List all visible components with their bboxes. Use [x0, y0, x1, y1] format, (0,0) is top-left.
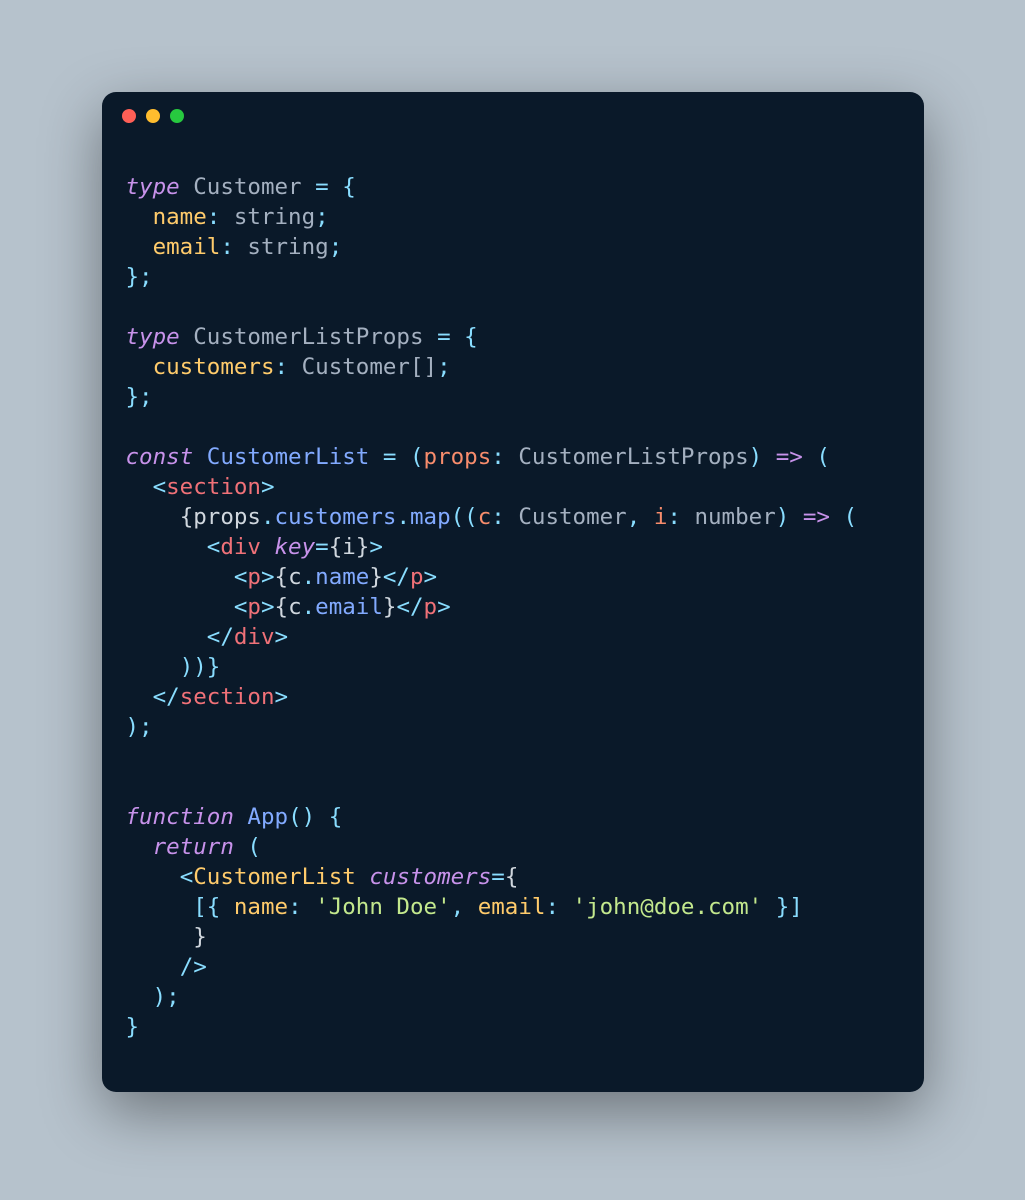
maximize-icon[interactable]: [170, 109, 184, 123]
type-customer: Customer: [193, 174, 301, 200]
var-props: props: [193, 504, 261, 530]
prop-customers: customers: [153, 354, 275, 380]
code-window: type Customer = { name: string; email: s…: [102, 92, 924, 1092]
minimize-icon[interactable]: [146, 109, 160, 123]
keyword-type: type: [126, 174, 180, 200]
close-icon[interactable]: [122, 109, 136, 123]
keyword-function: function: [126, 804, 234, 830]
string-johndoe: 'John Doe': [315, 894, 450, 920]
tag-p: p: [247, 564, 261, 590]
self-close-tag: />: [180, 954, 207, 980]
keyword-const: const: [126, 444, 194, 470]
fn-customerlist: CustomerList: [207, 444, 370, 470]
param-i: i: [654, 504, 668, 530]
code-editor[interactable]: type Customer = { name: string; email: s…: [102, 140, 924, 1092]
attr-key: key: [275, 534, 316, 560]
type-customerlistprops: CustomerListProps: [193, 324, 423, 350]
prop-name: name: [153, 204, 207, 230]
prop-email: email: [153, 234, 221, 260]
keyword-type: type: [126, 324, 180, 350]
method-map: map: [410, 504, 451, 530]
component-customerlist: CustomerList: [193, 864, 356, 890]
param-c: c: [478, 504, 492, 530]
tag-section: section: [166, 474, 261, 500]
attr-customers: customers: [369, 864, 491, 890]
keyword-return: return: [153, 834, 234, 860]
string-johnemail: 'john@doe.com': [573, 894, 763, 920]
window-titlebar: [102, 92, 924, 140]
param-props: props: [424, 444, 492, 470]
arrow-fn: =>: [776, 444, 803, 470]
fn-app: App: [247, 804, 288, 830]
tag-div: div: [220, 534, 261, 560]
